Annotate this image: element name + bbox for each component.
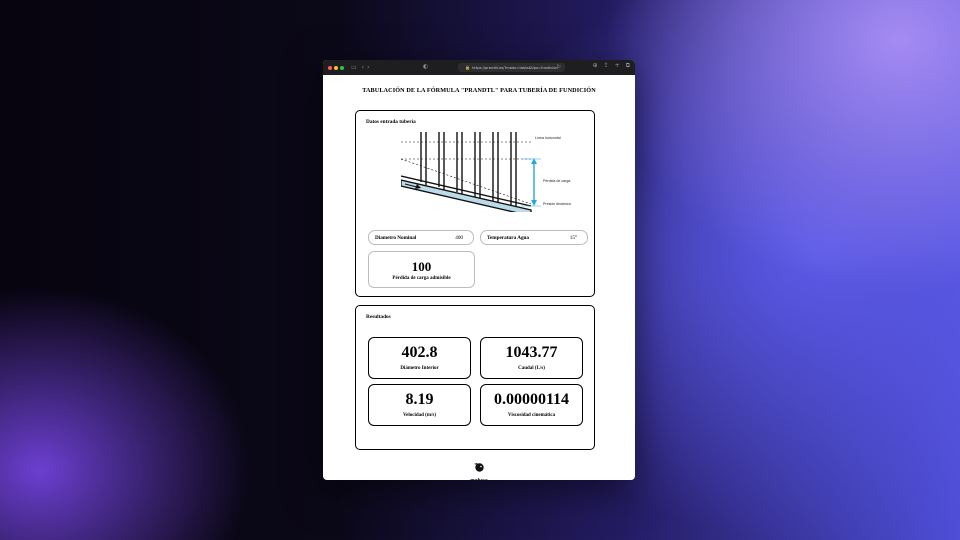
nominal-diameter-label: Diametro Nominal bbox=[375, 234, 417, 241]
result-value: 402.8 bbox=[401, 344, 438, 361]
water-temperature-label: Temperatura Agua bbox=[487, 234, 530, 241]
browser-toolbar: ▭ ‹ › ◐ 🔒 https://prandtl.es/?modo=tabla… bbox=[323, 60, 635, 75]
allowed-head-loss-field[interactable]: 100 Pérdida de carga admisible bbox=[368, 251, 475, 288]
reload-icon[interactable]: ↻ bbox=[557, 64, 561, 70]
result-kinematic-viscosity: 0.00000114 Viscosidad cinemática bbox=[480, 384, 583, 426]
label-horizontal-line: Línea horizontal bbox=[535, 136, 561, 140]
forward-icon[interactable]: › bbox=[367, 64, 369, 71]
label-head-loss: Pérdida de carga bbox=[543, 179, 570, 183]
allowed-head-loss-label: Pérdida de carga admisible bbox=[392, 276, 451, 281]
share-icon[interactable]: ⇪ bbox=[604, 63, 609, 69]
tabs-icon[interactable]: ⧉ bbox=[626, 63, 630, 69]
nominal-diameter-value[interactable]: 400 bbox=[455, 235, 463, 241]
zoom-window-button[interactable] bbox=[340, 65, 344, 70]
download-icon[interactable]: ⊕ bbox=[593, 63, 598, 69]
water-temperature-field[interactable]: Temperatura Agua 15° bbox=[480, 230, 588, 245]
brand-mark-icon bbox=[474, 463, 484, 472]
result-velocity: 8.19 Velocidad (m/s) bbox=[368, 384, 471, 426]
sidebar-icon[interactable]: ▭ bbox=[351, 64, 357, 71]
result-label: Caudal (L/s) bbox=[518, 366, 545, 371]
new-tab-icon[interactable]: + bbox=[615, 63, 620, 69]
result-label: Velocidad (m/s) bbox=[402, 413, 436, 418]
back-icon[interactable]: ‹ bbox=[362, 64, 364, 71]
brand-logo[interactable]: mafusa bbox=[465, 459, 493, 480]
result-label: Viscosidad cinemática bbox=[507, 413, 556, 418]
address-bar[interactable]: 🔒 https://prandtl.es/?modo=tabla&tipo=fu… bbox=[458, 63, 565, 72]
allowed-head-loss-value[interactable]: 100 bbox=[369, 260, 474, 273]
brand-name: mafusa bbox=[465, 478, 493, 480]
browser-window: ▭ ‹ › ◐ 🔒 https://prandtl.es/?modo=tabla… bbox=[323, 60, 635, 480]
input-panel: Datos entrada tubería Línea horizontal P… bbox=[355, 110, 595, 297]
results-panel: Resultados 402.8 Diámetro Interior 1043.… bbox=[355, 305, 595, 450]
result-value: 0.00000114 bbox=[493, 391, 570, 408]
page-title: TABULACIÓN DE LA FÓRMULA "PRANDTL" PARA … bbox=[362, 87, 596, 94]
close-window-button[interactable] bbox=[328, 65, 332, 70]
result-flow-rate: 1043.77 Caudal (L/s) bbox=[480, 337, 583, 379]
result-value: 8.19 bbox=[405, 391, 434, 408]
result-value: 1043.77 bbox=[505, 344, 558, 361]
nominal-diameter-field[interactable]: Diametro Nominal 400 bbox=[368, 230, 474, 245]
result-label: Diámetro Interior bbox=[400, 366, 439, 371]
result-internal-diameter: 402.8 Diámetro Interior bbox=[368, 337, 471, 379]
minimize-window-button[interactable] bbox=[334, 65, 338, 70]
url-text: https://prandtl.es/?modo=tabla&tipo=fund… bbox=[472, 65, 558, 70]
pipe-diagram: Línea horizontal Pérdida de carga Presió… bbox=[401, 132, 571, 212]
water-temperature-value[interactable]: 15° bbox=[570, 235, 577, 241]
label-dynamic-pressure: Presión dinámica bbox=[543, 202, 571, 206]
results-panel-title: Resultados bbox=[366, 314, 391, 320]
shield-icon[interactable]: ◐ bbox=[423, 64, 428, 70]
lock-icon: 🔒 bbox=[465, 65, 471, 70]
